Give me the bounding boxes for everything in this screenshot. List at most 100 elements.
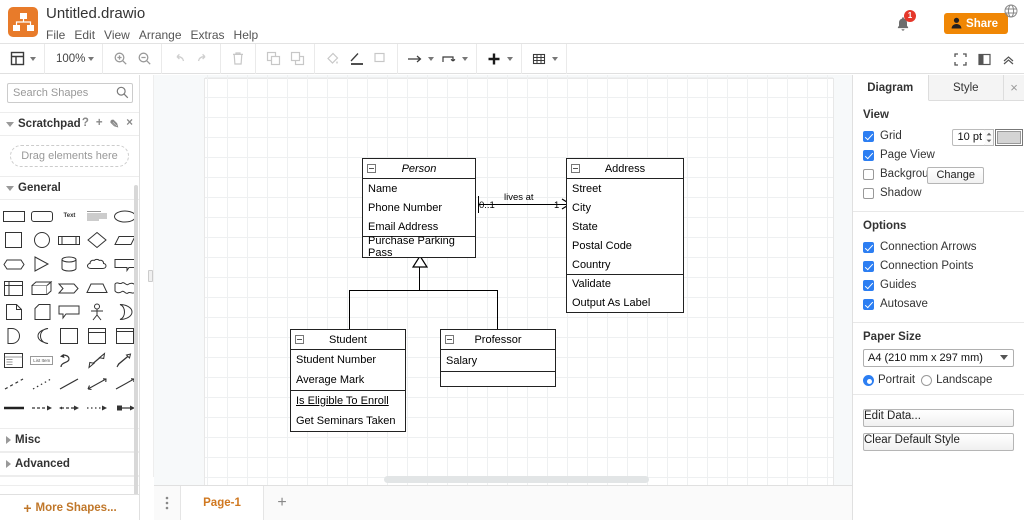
autosave-checkbox[interactable]	[863, 298, 874, 310]
connection-arrows-row[interactable]: Connection Arrows	[863, 238, 1014, 256]
grid-color-swatch[interactable]	[995, 129, 1023, 146]
connection-points-row[interactable]: Connection Points	[863, 257, 1014, 275]
sidebar-scrollbar[interactable]	[134, 185, 138, 520]
more-shapes-button[interactable]: + More Shapes...	[0, 494, 139, 520]
change-background-button[interactable]: Change	[927, 167, 984, 184]
portrait-radio[interactable]	[863, 374, 874, 386]
waypoints-icon[interactable]	[437, 47, 461, 71]
uml-attribute-row[interactable]: State	[567, 217, 683, 236]
uml-attribute-row[interactable]: City	[567, 198, 683, 217]
connection-points-checkbox[interactable]	[863, 260, 874, 272]
shape-diamond[interactable]	[83, 229, 111, 251]
zoom-dropdown-caret[interactable]	[88, 56, 95, 61]
uml-entity-person[interactable]: Person Name Phone Number Email Address P…	[362, 158, 476, 259]
uml-attribute-row[interactable]: Phone Number	[363, 198, 475, 217]
search-icon[interactable]	[116, 86, 129, 102]
redo-icon[interactable]	[191, 47, 215, 71]
sidebar-section-advanced[interactable]: Advanced	[0, 452, 139, 476]
share-button[interactable]: Share	[944, 13, 1008, 34]
guides-checkbox[interactable]	[863, 279, 874, 291]
shape-textbox[interactable]	[83, 205, 111, 227]
menu-help[interactable]: Help	[234, 26, 268, 44]
canvas-horizontal-scrollbar[interactable]	[384, 476, 649, 483]
close-icon[interactable]: ×	[1004, 75, 1024, 100]
insert-dropdown-caret[interactable]	[507, 56, 514, 61]
uml-attribute-row[interactable]: Country	[567, 255, 683, 274]
shape-list-item[interactable]: List Item	[28, 349, 56, 371]
landscape-radio-row[interactable]: Landscape	[921, 374, 992, 386]
connection-arrows-checkbox[interactable]	[863, 241, 874, 253]
stepper-up-icon[interactable]	[985, 130, 993, 138]
shape-note[interactable]	[28, 301, 56, 323]
shape-dashed-line[interactable]	[0, 373, 28, 395]
uml-attribute-row[interactable]: Street	[567, 179, 683, 198]
close-icon[interactable]: ×	[126, 117, 133, 131]
shape-directional-line[interactable]	[83, 373, 111, 395]
table-dropdown-caret[interactable]	[552, 56, 559, 61]
tab-diagram[interactable]: Diagram	[853, 75, 929, 101]
grid-checkbox[interactable]	[863, 130, 874, 142]
stepper-down-icon[interactable]	[985, 138, 993, 146]
uml-attribute-row[interactable]: Email Address	[363, 217, 475, 236]
shape-step[interactable]	[56, 277, 84, 299]
add-page-icon[interactable]: +	[264, 486, 300, 520]
search-input[interactable]	[7, 83, 133, 103]
page-menu-icon[interactable]	[154, 486, 180, 520]
grid-size-stepper[interactable]	[985, 129, 994, 146]
connection-arrow-icon[interactable]	[403, 47, 427, 71]
page-view-icon[interactable]	[5, 47, 29, 71]
trash-icon[interactable]	[226, 47, 250, 71]
view-dropdown-caret[interactable]	[30, 56, 36, 61]
to-front-icon[interactable]	[261, 47, 285, 71]
menu-extras[interactable]: Extras	[191, 26, 234, 44]
collapse-icon[interactable]	[295, 335, 304, 344]
shape-text[interactable]: Text	[56, 205, 84, 227]
shape-cloud[interactable]	[83, 253, 111, 275]
shape-dotted-arrow[interactable]	[83, 397, 111, 419]
menu-edit[interactable]: Edit	[74, 26, 104, 44]
help-icon[interactable]: ?	[82, 117, 89, 131]
sidebar-section-general[interactable]: General	[0, 176, 139, 200]
add-icon[interactable]: +	[96, 117, 103, 131]
page-view-checkbox[interactable]	[863, 149, 874, 161]
insert-plus-icon[interactable]	[482, 47, 506, 71]
edit-data-button[interactable]: Edit Data...	[863, 409, 1014, 427]
page-tab-page-1[interactable]: Page-1	[180, 485, 264, 520]
shape-curved-arrow[interactable]	[56, 349, 84, 371]
shape-rounded-rectangle[interactable]	[28, 205, 56, 227]
line-color-icon[interactable]	[344, 47, 368, 71]
shape-double-arrow[interactable]	[83, 349, 111, 371]
uml-entity-student[interactable]: Student Student Number Average Mark Is E…	[290, 329, 406, 432]
shape-vertical-container[interactable]	[83, 325, 111, 347]
shape-circle[interactable]	[28, 229, 56, 251]
shape-list-box[interactable]	[0, 349, 28, 371]
shadow-checkbox[interactable]	[863, 187, 874, 199]
shape-dashed-arrow[interactable]	[28, 397, 56, 419]
undo-icon[interactable]	[167, 47, 191, 71]
waypoints-dropdown-caret[interactable]	[462, 56, 469, 61]
shape-process[interactable]	[56, 229, 84, 251]
shape-actor[interactable]	[83, 301, 111, 323]
paper-size-select[interactable]: A4 (210 mm x 297 mm)	[863, 349, 1014, 367]
uml-method-row[interactable]: Output As Label	[567, 293, 683, 312]
menu-view[interactable]: View	[104, 26, 139, 44]
shape-square[interactable]	[0, 229, 28, 251]
shape-line[interactable]	[56, 373, 84, 395]
chevron-up-icon[interactable]	[996, 47, 1020, 71]
collapse-icon[interactable]	[571, 164, 580, 173]
bell-icon[interactable]: 1	[894, 10, 916, 33]
uml-method-row[interactable]: Get Seminars Taken	[291, 411, 405, 431]
background-checkbox[interactable]	[863, 168, 874, 180]
format-panel-icon[interactable]	[972, 47, 996, 71]
shape-container[interactable]	[56, 325, 84, 347]
zoom-out-icon[interactable]	[132, 47, 156, 71]
fullscreen-icon[interactable]	[948, 47, 972, 71]
zoom-level[interactable]: 100%	[50, 53, 87, 65]
sidebar-section-misc[interactable]: Misc	[0, 428, 139, 452]
globe-icon[interactable]	[1004, 4, 1018, 21]
uml-method-row[interactable]: Validate	[567, 274, 683, 293]
uml-method-row[interactable]: Purchase Parking Pass	[363, 235, 475, 259]
shape-speech-bubble[interactable]	[56, 301, 84, 323]
tab-style[interactable]: Style	[928, 75, 1004, 100]
uml-attribute-row[interactable]: Student Number	[291, 350, 405, 370]
